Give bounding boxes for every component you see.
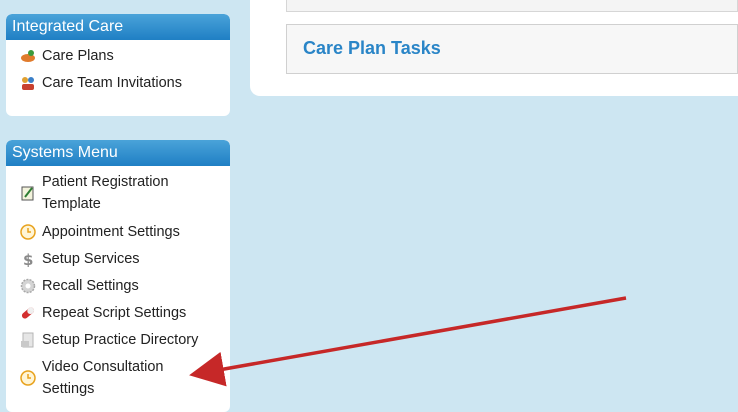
dollar-icon: $ [20, 251, 36, 267]
care-plan-tasks-panel[interactable]: Care Plan Tasks [286, 24, 738, 74]
main-content: Care Plan Tasks [250, 0, 738, 96]
menu-item-recall-settings[interactable]: Recall Settings [6, 272, 230, 299]
menu-item-repeat-script-settings[interactable]: Repeat Script Settings [6, 299, 230, 326]
registration-form-icon [20, 185, 36, 201]
svg-text:$: $ [23, 251, 33, 267]
menu-item-label: Care Team Invitations [42, 74, 182, 91]
recall-gear-icon [20, 278, 36, 294]
menu-item-care-plans[interactable]: Care Plans [6, 42, 230, 69]
care-plan-tasks-title: Care Plan Tasks [303, 38, 441, 58]
menu-item-label: Setup Practice Directory [42, 331, 199, 348]
top-panel-strip [286, 0, 738, 12]
care-team-icon [20, 75, 36, 91]
integrated-care-header: Integrated Care [6, 14, 230, 40]
menu-item-label: Recall Settings [42, 277, 139, 294]
clock-icon [20, 223, 36, 240]
menu-item-setup-services[interactable]: $ Setup Services [6, 245, 230, 272]
menu-item-care-team-invitations[interactable]: Care Team Invitations [6, 69, 230, 96]
menu-item-label: Patient Registration Template [42, 174, 169, 212]
menu-item-label: Appointment Settings [42, 223, 180, 240]
menu-item-label: Video Consultation Settings [42, 359, 164, 397]
menu-item-label: Repeat Script Settings [42, 304, 187, 321]
menu-item-setup-practice-directory[interactable]: Setup Practice Directory [6, 326, 230, 353]
menu-item-appointment-settings[interactable]: Appointment Settings [6, 218, 230, 245]
care-plans-icon [20, 48, 36, 64]
directory-icon [20, 332, 36, 348]
menu-item-patient-registration-template[interactable]: Patient Registration Template [6, 168, 230, 218]
clock-icon [20, 370, 36, 386]
menu-item-video-consultation-settings[interactable]: Video Consultation Settings [6, 353, 230, 403]
systems-menu-panel: Systems Menu Patient Registration Templa… [6, 140, 230, 412]
pill-icon [20, 305, 36, 321]
integrated-care-panel: Integrated Care Care Plans Care Team Inv… [6, 14, 230, 116]
menu-item-label: Care Plans [42, 47, 114, 64]
menu-item-label: Setup Services [42, 250, 140, 267]
systems-menu-header: Systems Menu [6, 140, 230, 166]
